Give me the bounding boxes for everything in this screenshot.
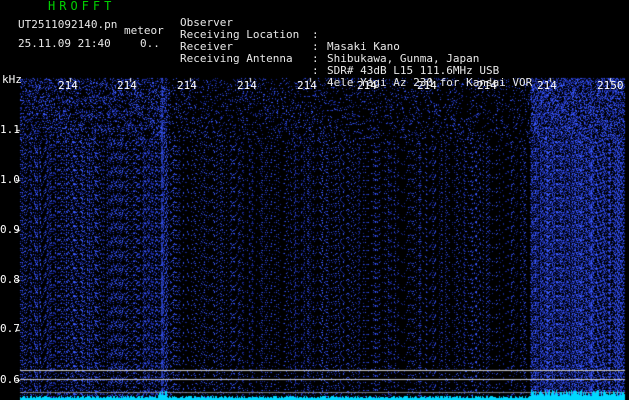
meta-row-receiver: Receiver : SDR# 43dB L15 111.6MHz USB bbox=[180, 29, 499, 77]
mode-label: meteor bbox=[124, 24, 164, 37]
meta-row-antenna: Receiving Antenna : 4ele Yagi Az 230 for… bbox=[180, 41, 532, 89]
freq-tick-label: 0.6 bbox=[0, 373, 20, 386]
time-tick-label: 2150 bbox=[597, 79, 624, 92]
time-tick-label: 214 bbox=[177, 79, 197, 92]
freq-tick-label: 0.7 bbox=[0, 322, 20, 335]
time-tick-label: 214 bbox=[117, 79, 137, 92]
freq-tick-label: 1.1 bbox=[0, 123, 20, 136]
timestamp: 25.11.09 21:40 bbox=[18, 37, 111, 50]
time-tick-label: 214 bbox=[477, 79, 497, 92]
time-tick-label: 214 bbox=[58, 79, 78, 92]
time-tick-label: 214 bbox=[237, 79, 257, 92]
time-tick-label: 214 bbox=[537, 79, 557, 92]
freq-tick-label: 0.9 bbox=[0, 223, 20, 236]
unit-label: kHz bbox=[2, 73, 22, 86]
app-title: HROFFT bbox=[48, 0, 116, 13]
meta-row-location: Receiving Location : Shibukawa, Gunma, J… bbox=[180, 17, 479, 65]
time-tick-label: 214 bbox=[297, 79, 317, 92]
time-tick-label: 214 bbox=[417, 79, 437, 92]
meta-separator: : bbox=[312, 64, 319, 77]
meta-label: Receiving Antenna bbox=[180, 52, 293, 65]
meta-row-observer: Observer : Masaki Kano bbox=[180, 5, 400, 53]
file-name: UT2511092140.pn bbox=[18, 18, 118, 31]
count-label: 0.. bbox=[140, 37, 160, 50]
time-tick-label: 214 bbox=[357, 79, 377, 92]
freq-tick-label: 1.0 bbox=[0, 173, 20, 186]
freq-tick-label: 0.8 bbox=[0, 273, 20, 286]
